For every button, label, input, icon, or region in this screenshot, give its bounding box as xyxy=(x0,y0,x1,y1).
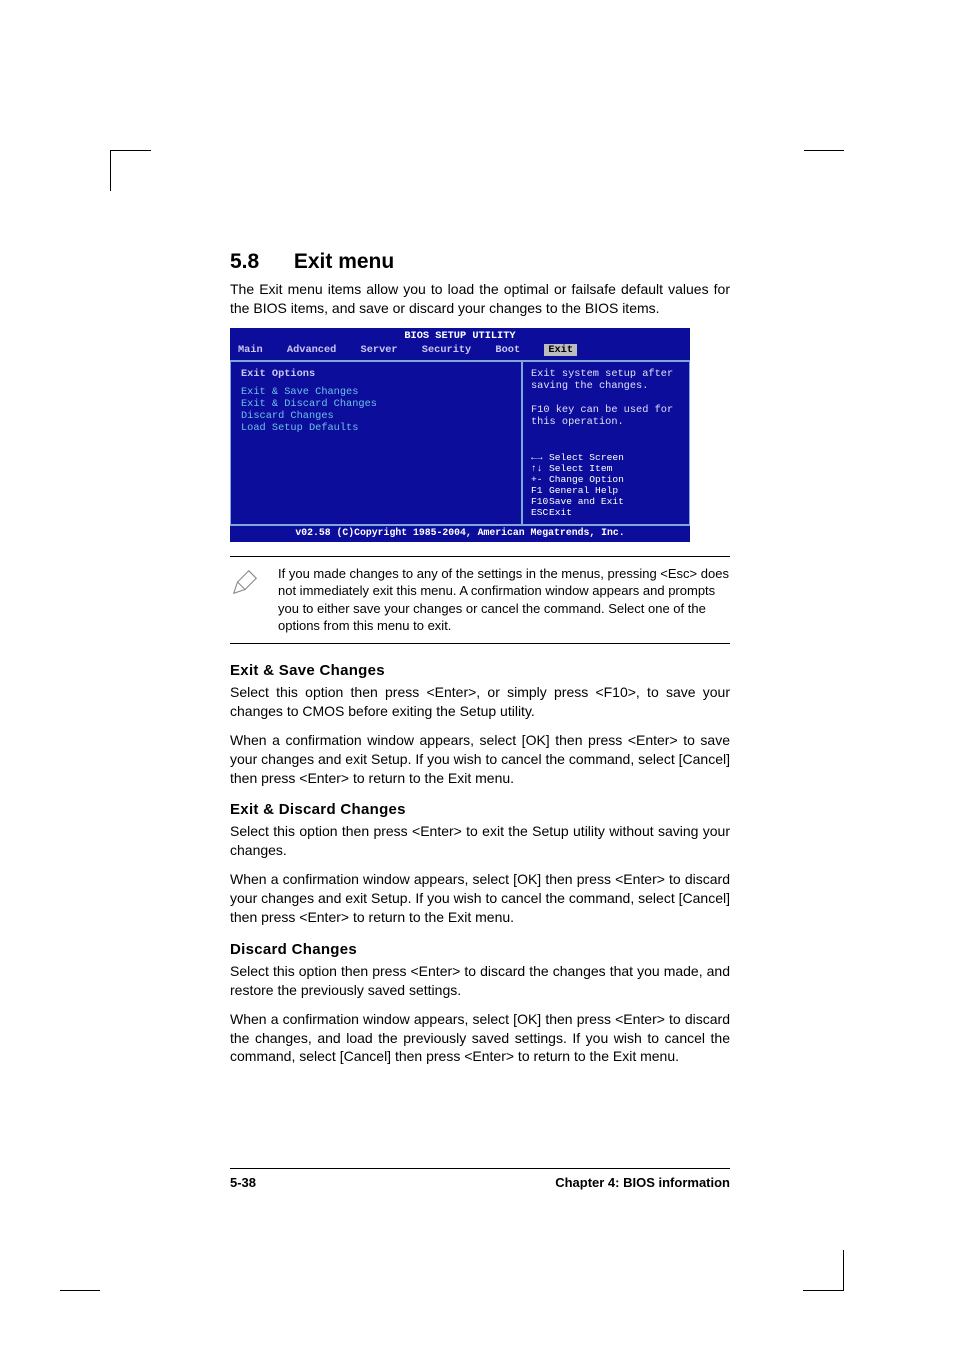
menu-item[interactable]: Exit & Save Changes xyxy=(241,386,511,398)
paragraph: Select this option then press <Enter>, o… xyxy=(230,683,730,721)
crop-mark xyxy=(803,1250,844,1291)
f10-key: F10 xyxy=(531,496,549,507)
bios-right-pane: Exit system setup after saving the chang… xyxy=(522,362,690,524)
key-label: Change Option xyxy=(549,474,624,485)
tab-exit[interactable]: Exit xyxy=(544,344,577,356)
paragraph: Select this option then press <Enter> to… xyxy=(230,962,730,1000)
chapter-label: Chapter 4: BIOS information xyxy=(555,1175,730,1190)
crop-mark xyxy=(110,150,151,191)
crop-mark xyxy=(60,1250,100,1291)
note-text: If you made changes to any of the settin… xyxy=(278,565,730,635)
paragraph: When a confirmation window appears, sele… xyxy=(230,731,730,788)
section-number: 5.8 xyxy=(230,250,288,274)
bios-help-text: Exit system setup after saving the chang… xyxy=(531,368,681,428)
key-label: Exit xyxy=(549,507,572,518)
section-heading: 5.8 Exit menu xyxy=(230,250,730,274)
menu-item[interactable]: Discard Changes xyxy=(241,410,511,422)
bios-title: BIOS SETUP UTILITY xyxy=(230,328,690,342)
esc-key: ESC xyxy=(531,507,549,518)
tab-main[interactable]: Main xyxy=(238,344,263,356)
bios-key-legend: ←→Select Screen ↑↓Select Item +-Change O… xyxy=(531,452,681,518)
subheading-discard: Discard Changes xyxy=(230,941,730,958)
key-label: Select Screen xyxy=(549,452,624,463)
tab-server[interactable]: Server xyxy=(361,344,398,356)
arrow-lr-icon: ←→ xyxy=(531,452,549,463)
bios-screen: BIOS SETUP UTILITY Main Advanced Server … xyxy=(230,328,690,542)
paragraph: When a confirmation window appears, sele… xyxy=(230,870,730,927)
menu-item[interactable]: Exit & Discard Changes xyxy=(241,398,511,410)
tab-advanced[interactable]: Advanced xyxy=(287,344,336,356)
paragraph: Select this option then press <Enter> to… xyxy=(230,822,730,860)
menu-item[interactable]: Load Setup Defaults xyxy=(241,422,511,434)
paragraph: When a confirmation window appears, sele… xyxy=(230,1010,730,1067)
arrow-ud-icon: ↑↓ xyxy=(531,463,549,474)
key-label: Save and Exit xyxy=(549,496,624,507)
subheading-exit-save: Exit & Save Changes xyxy=(230,662,730,679)
section-title: Exit menu xyxy=(294,250,394,273)
page-number: 5-38 xyxy=(230,1175,256,1190)
f1-key: F1 xyxy=(531,485,549,496)
tab-security[interactable]: Security xyxy=(422,344,471,356)
key-label: General Help xyxy=(549,485,618,496)
intro-paragraph: The Exit menu items allow you to load th… xyxy=(230,280,730,318)
bios-menubar: Main Advanced Server Security Boot Exit xyxy=(230,342,690,360)
key-label: Select Item xyxy=(549,463,612,474)
subheading-exit-discard: Exit & Discard Changes xyxy=(230,801,730,818)
exit-options-header: Exit Options xyxy=(241,368,511,380)
pencil-note-icon xyxy=(230,567,260,597)
crop-mark xyxy=(804,150,844,191)
plusminus-icon: +- xyxy=(531,474,549,485)
bios-left-pane: Exit Options Exit & Save Changes Exit & … xyxy=(230,362,522,524)
bios-copyright: v02.58 (C)Copyright 1985-2004, American … xyxy=(230,526,690,542)
note-block: If you made changes to any of the settin… xyxy=(230,556,730,644)
tab-boot[interactable]: Boot xyxy=(495,344,520,356)
page-footer: 5-38 Chapter 4: BIOS information xyxy=(230,1168,730,1190)
